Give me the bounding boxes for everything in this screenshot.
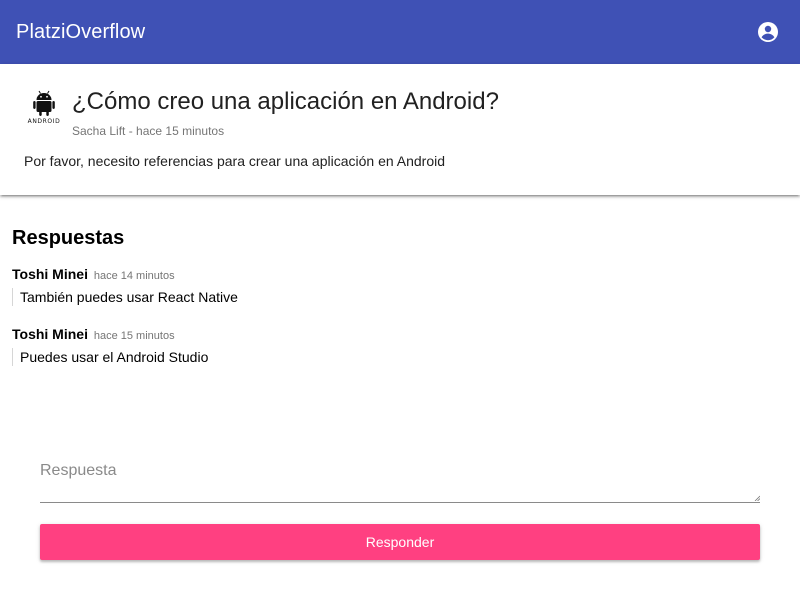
answer-author-line: Toshi Minei hace 15 minutos	[12, 326, 772, 344]
answer-author: Toshi Minei	[12, 326, 88, 342]
answer-text: También puedes usar React Native	[12, 288, 772, 306]
question-title: ¿Cómo creo una aplicación en Android?	[72, 88, 499, 115]
answers-section: Respuestas Toshi Minei hace 14 minutos T…	[12, 226, 772, 386]
answer-time: hace 14 minutos	[93, 270, 175, 282]
reply-form: Responder	[40, 456, 760, 560]
question-titles: ¿Cómo creo una aplicación en Android? Sa…	[72, 88, 499, 138]
answer-text: Puedes usar el Android Studio	[12, 348, 772, 366]
answer-author: Toshi Minei	[12, 266, 88, 282]
answer-item: Toshi Minei hace 15 minutos Puedes usar …	[12, 326, 772, 366]
reply-input[interactable]	[40, 456, 760, 500]
question-time: hace 15 minutos	[136, 124, 225, 138]
question-header: ANDROID ¿Cómo creo una aplicación en And…	[24, 88, 499, 138]
answer-item: Toshi Minei hace 14 minutos También pued…	[12, 266, 772, 306]
question-meta: Sacha Lift - hace 15 minutos	[72, 124, 499, 138]
answers-heading: Respuestas	[12, 227, 125, 249]
reply-field	[40, 456, 760, 503]
answer-author-line: Toshi Minei hace 14 minutos	[12, 266, 772, 284]
android-icon-caption: ANDROID	[27, 118, 61, 125]
account-circle-icon	[758, 22, 778, 42]
question-author: Sacha Lift	[72, 124, 126, 138]
answer-time: hace 15 minutos	[93, 330, 175, 342]
question-body: Por favor, necesito referencias para cre…	[24, 153, 446, 169]
android-icon: ANDROID	[24, 88, 64, 128]
account-button[interactable]	[756, 20, 780, 44]
submit-reply-button[interactable]: Responder	[40, 524, 760, 560]
question-meta-separator: -	[125, 124, 137, 138]
app-title[interactable]: PlatziOverflow	[16, 21, 756, 44]
app-toolbar: PlatziOverflow	[0, 0, 800, 64]
question-card: ANDROID ¿Cómo creo una aplicación en And…	[0, 64, 800, 195]
resize-grip-icon[interactable]	[754, 495, 760, 501]
